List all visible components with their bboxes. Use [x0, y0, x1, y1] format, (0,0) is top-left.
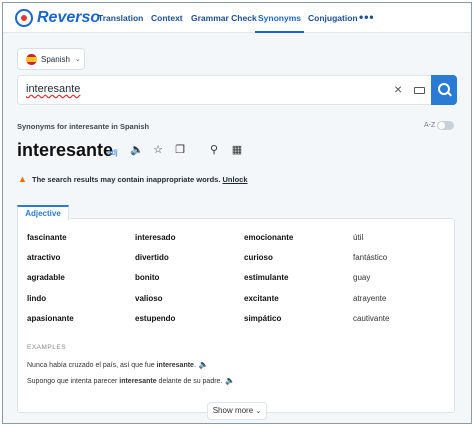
- examples-label: EXAMPLES: [27, 344, 67, 351]
- reverso-logo-icon: [15, 9, 33, 27]
- reverso-logo[interactable]: Reverso: [15, 9, 100, 27]
- synonyms-heading: Synonyms for interesante in Spanish: [17, 122, 150, 131]
- show-more-label: Show more: [212, 406, 254, 415]
- synonym-item[interactable]: divertido: [135, 253, 169, 262]
- example-highlight: interesante: [156, 362, 194, 369]
- language-select[interactable]: Spanish ⌄: [17, 48, 85, 70]
- spain-flag-icon: [26, 53, 37, 65]
- synonym-item[interactable]: excitante: [244, 294, 279, 303]
- example-sentence: Nunca había cruzado el país, así que fue…: [27, 360, 209, 369]
- copy-icon[interactable]: ❐: [174, 144, 186, 156]
- synonym-item[interactable]: fascinante: [27, 233, 67, 242]
- nav-translation[interactable]: Translation: [98, 3, 143, 33]
- speaker-icon[interactable]: 🔈: [199, 360, 209, 369]
- keyboard-icon[interactable]: [414, 87, 425, 94]
- synonym-item[interactable]: estimulante: [244, 273, 288, 282]
- document-icon[interactable]: ▦: [231, 144, 243, 156]
- synonym-item[interactable]: emocionante: [244, 233, 293, 242]
- sort-toggle[interactable]: [437, 121, 454, 130]
- headword: interesante: [17, 140, 114, 160]
- example-highlight: interesante: [119, 378, 157, 385]
- synonym-item[interactable]: bonito: [135, 273, 159, 282]
- search-box: interesante ×: [17, 75, 457, 105]
- part-of-speech: adj: [107, 148, 118, 157]
- example-text: Nunca había cruzado el país, así que fue: [27, 362, 157, 369]
- synonym-item[interactable]: interesado: [135, 233, 175, 242]
- more-menu-icon[interactable]: •••: [359, 10, 375, 24]
- tab-adjective[interactable]: Adjective: [17, 205, 69, 221]
- star-icon[interactable]: ☆: [152, 144, 164, 156]
- nav-conjugation[interactable]: Conjugation: [308, 3, 358, 33]
- sort-label: A-Z: [424, 122, 436, 129]
- example-text: delante de su padre.: [156, 378, 223, 385]
- synonym-item[interactable]: simpático: [244, 314, 281, 323]
- synonym-item[interactable]: guay: [353, 273, 370, 282]
- synonym-item[interactable]: fantástico: [353, 253, 387, 262]
- search-input[interactable]: interesante: [26, 83, 80, 95]
- synonym-item[interactable]: útil: [353, 233, 363, 242]
- brand-name: Reverso: [37, 9, 101, 26]
- synonym-item[interactable]: apasionante: [27, 314, 74, 323]
- synonym-item[interactable]: cautivante: [353, 314, 389, 323]
- zoom-icon[interactable]: ⚲: [208, 144, 220, 156]
- synonym-item[interactable]: agradable: [27, 273, 65, 282]
- example-text: Supongo que intenta parecer: [27, 378, 120, 385]
- synonym-item[interactable]: valioso: [135, 294, 163, 303]
- synonym-item[interactable]: atrayente: [353, 294, 386, 303]
- top-header: Reverso Translation Context Grammar Chec…: [3, 3, 471, 33]
- language-label: Spanish: [41, 54, 70, 64]
- synonym-item[interactable]: lindo: [27, 294, 46, 303]
- chevron-down-icon: ⌄: [255, 408, 262, 415]
- close-icon[interactable]: ×: [394, 81, 402, 97]
- synonym-item[interactable]: curioso: [244, 253, 273, 262]
- chevron-down-icon: ⌄: [74, 56, 81, 63]
- warning-icon: ▲: [18, 174, 27, 184]
- nav-grammar-check[interactable]: Grammar Check: [191, 3, 257, 33]
- example-text: .: [193, 362, 196, 369]
- warning-text: The search results may contain inappropr…: [32, 175, 221, 184]
- browser-frame: Reverso Translation Context Grammar Chec…: [2, 2, 472, 424]
- unlock-link[interactable]: Unlock: [223, 175, 248, 184]
- speaker-icon[interactable]: 🔈: [130, 144, 144, 156]
- synonym-item[interactable]: atractivo: [27, 253, 60, 262]
- nav-context[interactable]: Context: [151, 3, 183, 33]
- warning-message: ▲ The search results may contain inappro…: [18, 174, 248, 184]
- show-more-button[interactable]: Show more ⌄: [207, 402, 267, 420]
- example-sentence: Supongo que intenta parecer interesante …: [27, 376, 235, 385]
- synonym-item[interactable]: estupendo: [135, 314, 175, 323]
- nav-synonyms[interactable]: Synonyms: [255, 3, 304, 33]
- search-button[interactable]: [431, 75, 457, 105]
- speaker-icon[interactable]: 🔈: [225, 376, 235, 385]
